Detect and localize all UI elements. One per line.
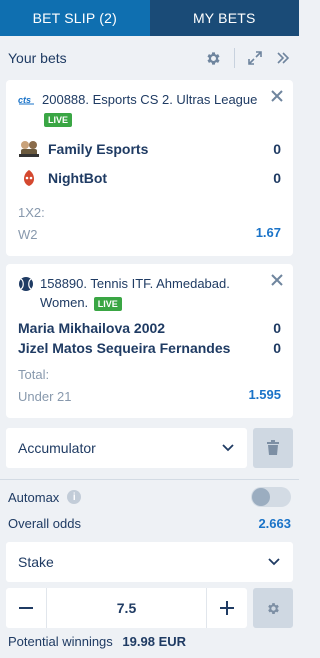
tennis-ball-icon [18,276,34,292]
bet-odds: 1.67 [255,225,281,240]
potential-winnings-row: Potential winnings 19.98 EUR [0,628,299,649]
team-name: Family Esports [48,140,149,157]
team-row: NightBot 0 [18,163,281,192]
bet-slip-tabs: BET SLIP (2) MY BETS [0,0,299,36]
event-id: 158890. [40,276,87,291]
clear-bets-trash-button[interactable] [253,428,293,468]
bet-type-row: Accumulator [6,428,293,468]
market-row: Total: Under 21 1.595 [18,364,281,408]
tab-bet-slip[interactable]: BET SLIP (2) [0,0,150,36]
team-score: 0 [273,140,281,157]
team-row: Family Esports 0 [18,134,281,163]
section-divider [0,479,299,480]
overall-odds-row: Overall odds 2.663 [0,510,299,536]
bet-card: 158890. Tennis ITF. Ahmedabad. Women. LI… [6,264,293,418]
decrease-stake-button[interactable] [6,588,46,628]
stake-select-wrapper: Stake [6,542,293,582]
team-row: Maria Mikhailova 2002 0 [18,318,281,338]
bet-card: cts 200888. Esports CS 2. Ultras League … [6,80,293,256]
market-name: Total: [18,367,50,382]
collapse-double-chevron-icon[interactable] [275,50,291,66]
event-name: Esports CS 2. Ultras League [92,92,258,107]
potential-winnings-label: Potential winnings [8,634,113,649]
bet-type-value: Accumulator [18,440,96,456]
stake-stepper-row: 7.5 [6,588,293,628]
remove-bet-close-icon[interactable] [269,88,285,104]
your-bets-title: Your bets [8,50,67,66]
stake-label: Stake [18,554,54,570]
live-badge: LIVE [93,296,122,311]
gear-icon [266,601,281,616]
team-name: NightBot [48,169,108,186]
team-logo-nightbot-icon [18,168,40,188]
your-bets-header: Your bets [0,36,299,80]
team-score: 0 [273,340,281,356]
plus-icon [219,600,235,616]
market-name: 1X2: [18,205,45,220]
market-row: 1X2: W2 1.67 [18,202,281,246]
team-score: 0 [273,169,281,186]
team-name: Jizel Matos Sequeira Fernandes [18,340,231,356]
team-row: Jizel Matos Sequeira Fernandes 0 [18,338,281,358]
header-divider [234,48,235,68]
automax-label: Automax [8,489,60,505]
chevron-down-icon [267,557,281,567]
bet-type-select[interactable]: Accumulator [6,428,247,468]
tab-my-bets[interactable]: MY BETS [149,0,299,36]
overall-odds-value: 2.663 [258,515,291,531]
chevron-down-icon [221,443,235,453]
remove-bet-close-icon[interactable] [269,272,285,288]
automax-toggle[interactable] [251,487,291,507]
settings-gear-icon[interactable] [205,50,222,67]
automax-row: Automax i [0,484,299,510]
stake-stepper: 7.5 [6,588,247,628]
selection-name: W2 [18,227,38,242]
minus-icon [18,600,34,616]
selection-name: Under 21 [18,389,72,404]
increase-stake-button[interactable] [207,588,247,628]
toggle-knob [252,488,270,506]
expand-icon[interactable] [247,50,263,66]
event-id: 200888. [42,92,89,107]
team-name: Maria Mikhailova 2002 [18,320,166,336]
team-score: 0 [273,320,281,336]
stake-input[interactable]: 7.5 [46,588,207,628]
bet-odds: 1.595 [248,387,281,402]
overall-odds-label: Overall odds [8,515,81,531]
stake-select[interactable]: Stake [6,542,293,582]
esports-icon: cts [18,92,36,106]
team-logo-family-esports-icon [18,139,40,159]
potential-winnings-value: 19.98 EUR [122,634,187,649]
live-badge: LIVE [44,112,73,127]
trash-icon [266,440,280,456]
info-icon[interactable]: i [67,490,82,504]
stake-settings-button[interactable] [253,588,293,628]
